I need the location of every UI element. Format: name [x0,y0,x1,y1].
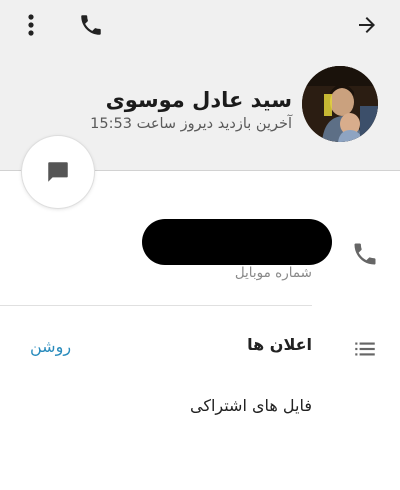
chat-bubble-icon [48,162,68,182]
contact-name: سید عادل موسوی [105,88,292,112]
redacted-phone-number[interactable] [142,219,332,265]
phone-number-caption: شماره موبایل [234,265,312,281]
send-message-button[interactable] [22,136,94,208]
notifications-label[interactable]: اعلان ها [247,335,312,354]
section-divider [0,305,312,306]
call-icon[interactable] [76,10,106,40]
shared-files-item[interactable]: فایل های اشتراکی [190,396,312,415]
profile-photo-icon [302,66,378,142]
contact-avatar[interactable] [302,66,378,142]
notifications-list-icon [352,336,378,362]
more-options-icon[interactable] [18,12,44,38]
back-arrow-icon[interactable] [352,10,382,40]
phone-number-icon [351,240,381,270]
notifications-status-toggle[interactable]: روشن [30,337,71,356]
last-seen-status: آخرین بازدید دیروز ساعت 15:53 [90,116,292,132]
